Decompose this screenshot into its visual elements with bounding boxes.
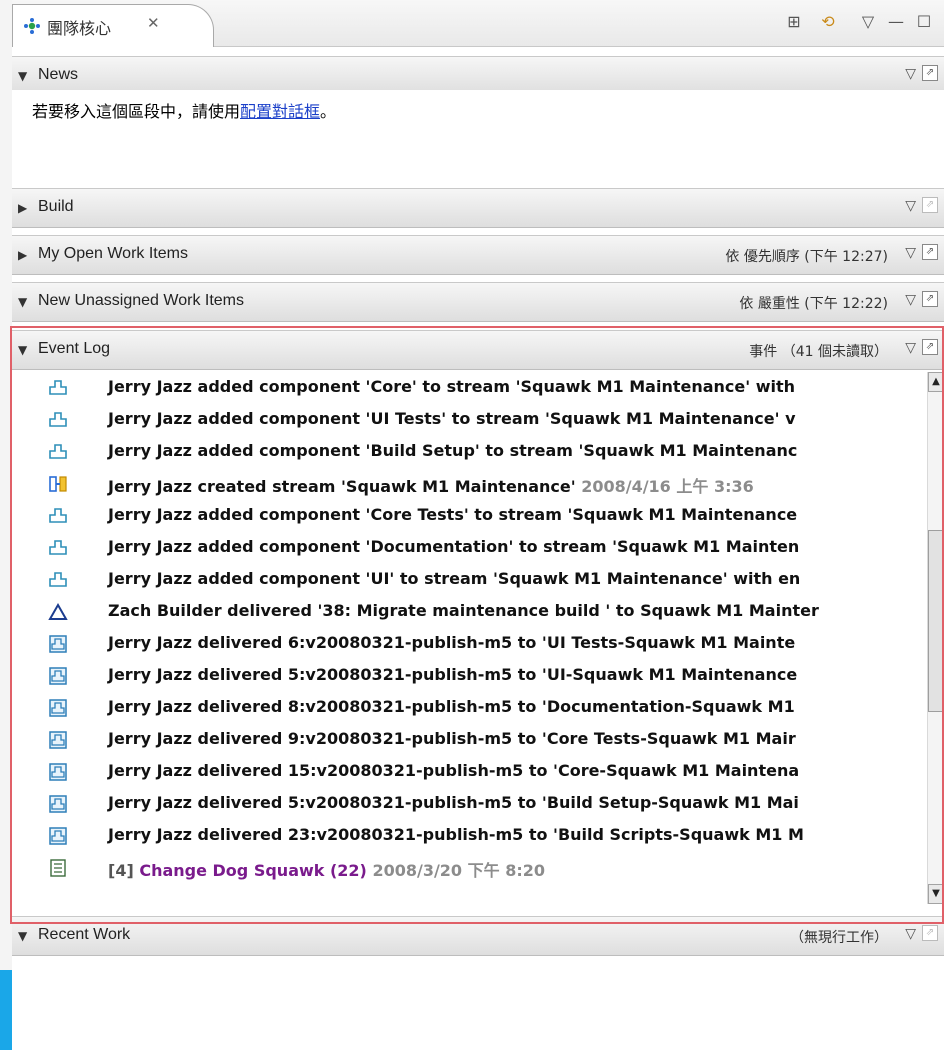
team-central-view: 團隊核心 ✕ ⊞ ⟲ ▽ — ☐ ▼ News ▽ ⇗ 若要移入這個區段中，請使… [12, 0, 944, 1050]
delivery-icon [49, 795, 67, 813]
event-row[interactable]: Jerry Jazz added component 'Core' to str… [12, 372, 926, 404]
section-maximize-icon[interactable]: ⇗ [922, 244, 938, 260]
section-maximize-icon[interactable]: ⇗ [922, 65, 938, 81]
section-menu-icon[interactable]: ▽ [905, 340, 916, 356]
section-status: 依 優先順序 (下午 12:27) [725, 249, 888, 265]
maximize-icon[interactable]: ☐ [914, 12, 934, 32]
event-row[interactable]: Jerry Jazz added component 'Build Setup'… [12, 436, 926, 468]
event-row[interactable]: Jerry Jazz delivered 15:v20080321-publis… [12, 756, 926, 788]
section-menu-icon[interactable]: ▽ [905, 926, 916, 942]
view-tab-bar: 團隊核心 ✕ ⊞ ⟲ ▽ — ☐ [12, 0, 944, 47]
configure-dialog-link[interactable]: 配置對話框 [240, 102, 320, 121]
tab-title: 團隊核心 [47, 19, 112, 38]
event-row[interactable]: Jerry Jazz delivered 6:v20080321-publish… [12, 628, 926, 660]
twisty-collapsed-icon[interactable]: ▶ [18, 248, 27, 262]
event-row[interactable]: Jerry Jazz delivered 5:v20080321-publish… [12, 788, 926, 820]
workitem-link[interactable]: Change Dog Squawk (22) [139, 861, 367, 880]
delivery-icon [49, 699, 67, 717]
delivery-icon [49, 635, 67, 653]
news-text: 若要移入這個區段中，請使用 [32, 102, 241, 121]
event-row[interactable]: Jerry Jazz delivered 8:v20080321-publish… [12, 692, 926, 724]
delta-icon [48, 602, 68, 620]
event-row[interactable]: Jerry Jazz added component 'Core Tests' … [12, 500, 926, 532]
section-maximize-icon[interactable]: ⇗ [922, 291, 938, 307]
twisty-expanded-icon[interactable]: ▼ [18, 295, 27, 309]
section-title-open-items: My Open Work Items [38, 245, 188, 262]
section-build[interactable]: ▶ Build ▽ ⇗ [12, 188, 944, 228]
section-title-unassigned: New Unassigned Work Items [38, 292, 244, 309]
section-my-open-work-items[interactable]: ▶ My Open Work Items 依 優先順序 (下午 12:27) ▽… [12, 235, 944, 275]
recent-work-content [12, 956, 944, 1050]
scroll-up-icon[interactable]: ▲ [928, 372, 944, 392]
refresh-icon[interactable]: ⟲ [818, 12, 838, 32]
news-content: 若要移入這個區段中，請使用配置對話框。 [12, 90, 944, 180]
stream-icon [49, 476, 67, 492]
event-row[interactable]: Zach Builder delivered '38: Migrate main… [12, 596, 926, 628]
event-date: 2008/3/20 下午 8:20 [366, 861, 546, 880]
team-central-icon [24, 18, 40, 34]
minimize-icon[interactable]: — [886, 12, 906, 32]
event-row[interactable]: Jerry Jazz delivered 23:v20080321-publis… [12, 820, 926, 852]
expand-all-icon[interactable]: ⊞ [784, 12, 804, 32]
delivery-icon [49, 827, 67, 845]
section-title-news: News [38, 66, 79, 83]
event-row[interactable]: Jerry Jazz delivered 5:v20080321-publish… [12, 660, 926, 692]
scroll-down-icon[interactable]: ▼ [928, 884, 944, 904]
section-menu-icon[interactable]: ▽ [905, 245, 916, 261]
event-row[interactable]: Jerry Jazz added component 'Documentatio… [12, 532, 926, 564]
section-status: 依 嚴重性 (下午 12:22) [739, 296, 888, 312]
section-title-build: Build [38, 198, 74, 215]
event-row[interactable]: Jerry Jazz added component 'UI' to strea… [12, 564, 926, 596]
section-event-log[interactable]: ▼ Event Log 事件 （41 個未讀取） ▽ ⇗ [12, 330, 944, 370]
section-maximize-icon[interactable]: ⇗ [922, 339, 938, 355]
view-menu-icon[interactable]: ▽ [858, 12, 878, 32]
component-icon [49, 572, 67, 587]
section-title-event-log: Event Log [38, 340, 111, 357]
twisty-expanded-icon[interactable]: ▼ [18, 69, 27, 83]
event-row[interactable]: Jerry Jazz delivered 9:v20080321-publish… [12, 724, 926, 756]
twisty-expanded-icon[interactable]: ▼ [18, 343, 27, 357]
event-log-list: Jerry Jazz added component 'Core' to str… [12, 370, 944, 918]
event-row[interactable]: Jerry Jazz created stream 'Squawk M1 Mai… [12, 468, 926, 500]
tab-team-central[interactable]: 團隊核心 ✕ [12, 4, 214, 47]
event-row[interactable]: Jerry Jazz added component 'UI Tests' to… [12, 404, 926, 436]
section-status: 事件 （41 個未讀取） [749, 344, 888, 360]
section-menu-icon[interactable]: ▽ [905, 66, 916, 82]
section-title-recent-work: Recent Work [38, 926, 131, 943]
event-date: 2008/4/16 上午 3:36 [581, 477, 754, 496]
section-maximize-icon[interactable]: ⇗ [922, 925, 938, 941]
component-icon [49, 380, 67, 395]
side-accent-tab[interactable] [0, 970, 12, 1050]
event-row[interactable]: [4] Change Dog Squawk (22) 2008/3/20 下午 … [12, 852, 926, 884]
twisty-collapsed-icon[interactable]: ▶ [18, 201, 27, 215]
news-suffix: 。 [320, 102, 337, 121]
section-menu-icon[interactable]: ▽ [905, 292, 916, 308]
twisty-expanded-icon[interactable]: ▼ [18, 929, 27, 943]
workitem-id: [4] [108, 861, 140, 880]
workitem-icon [50, 859, 66, 877]
component-icon [49, 508, 67, 523]
scroll-thumb[interactable] [928, 530, 944, 712]
delivery-icon [49, 763, 67, 781]
event-log-scrollbar[interactable]: ▲ ▼ [927, 372, 944, 904]
section-recent-work[interactable]: ▼ Recent Work （無現行工作） ▽ ⇗ [12, 916, 944, 956]
component-icon [49, 540, 67, 555]
close-icon[interactable]: ✕ [147, 14, 160, 32]
delivery-icon [49, 667, 67, 685]
section-maximize-icon[interactable]: ⇗ [922, 197, 938, 213]
section-menu-icon[interactable]: ▽ [905, 198, 916, 214]
component-icon [49, 444, 67, 459]
section-status: （無現行工作） [790, 930, 888, 946]
component-icon [49, 412, 67, 427]
section-new-unassigned-work-items[interactable]: ▼ New Unassigned Work Items 依 嚴重性 (下午 12… [12, 282, 944, 322]
delivery-icon [49, 731, 67, 749]
